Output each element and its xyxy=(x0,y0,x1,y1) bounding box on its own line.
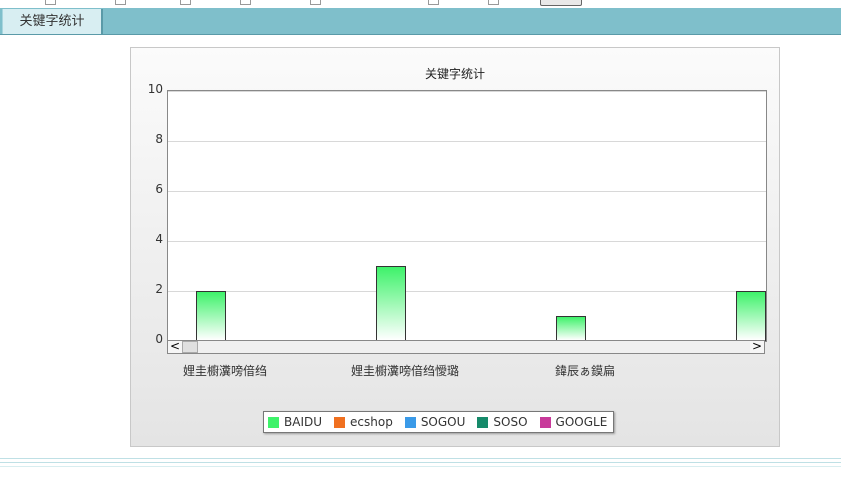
legend-item[interactable]: BAIDU xyxy=(268,415,322,429)
chart-legend: BAIDU ecshop SOGOU SOSO GOOGLE xyxy=(263,411,615,433)
legend-swatch xyxy=(334,416,346,428)
legend-label: BAIDU xyxy=(284,415,323,429)
checkbox[interactable] xyxy=(488,0,499,5)
gridline xyxy=(168,191,766,192)
scroll-thumb[interactable] xyxy=(182,341,198,353)
scroll-left-icon[interactable]: < xyxy=(168,340,182,353)
legend-label: SOGOU xyxy=(420,415,466,429)
legend-swatch xyxy=(404,416,416,428)
chart-scrollbar[interactable]: < > xyxy=(167,340,765,354)
bar-baidu xyxy=(556,316,586,341)
gridline xyxy=(168,241,766,242)
tab-keyword-stats[interactable]: 关键字统计 xyxy=(2,9,103,34)
legend-label: ecshop xyxy=(350,415,393,429)
gridline xyxy=(168,91,766,92)
checkbox[interactable] xyxy=(428,0,439,5)
legend-swatch xyxy=(268,416,279,428)
checkbox[interactable] xyxy=(45,0,56,5)
gridline xyxy=(168,291,766,292)
tab-bar: 关键字统计 xyxy=(0,8,841,35)
x-tick-label: 娌圭櫥瀵嗙偣绉 xyxy=(182,364,267,378)
legend-item[interactable]: GOOGLE xyxy=(539,415,608,429)
y-tick-label: 8 xyxy=(155,132,163,146)
query-button[interactable] xyxy=(540,0,582,6)
legend-swatch xyxy=(539,416,551,428)
checkbox[interactable] xyxy=(240,0,251,5)
legend-label: SOSO xyxy=(493,415,528,429)
y-tick-label: 10 xyxy=(147,82,163,96)
y-tick-label: 2 xyxy=(155,282,163,296)
top-toolbar-strip xyxy=(0,0,841,6)
x-tick-label: 娌圭櫥瀵嗙偣绉懓璐 xyxy=(350,364,459,378)
bar-baidu xyxy=(376,266,406,341)
bottom-divider xyxy=(0,458,841,481)
legend-item[interactable]: ecshop xyxy=(334,415,393,429)
bar-baidu xyxy=(196,291,226,341)
y-tick-label: 6 xyxy=(155,182,163,196)
chart-panel: 关键字统计 0 2 4 6 8 10 < > 娌圭櫥瀵嗙偣绉 娌圭櫥瀵嗙偣绉懓璐 鍏辰ぁ鏌扁 … xyxy=(130,47,780,447)
checkbox[interactable] xyxy=(310,0,321,5)
checkbox[interactable] xyxy=(115,0,126,5)
legend-item[interactable]: SOSO xyxy=(477,415,528,429)
checkbox[interactable] xyxy=(180,0,191,5)
bar-baidu xyxy=(736,291,766,341)
y-tick-label: 0 xyxy=(155,332,163,346)
scroll-right-icon[interactable]: > xyxy=(750,340,764,353)
y-tick-label: 4 xyxy=(155,232,163,246)
legend-item[interactable]: SOGOU xyxy=(404,415,466,429)
legend-label: GOOGLE xyxy=(555,415,608,429)
legend-swatch xyxy=(477,416,489,428)
plot-area xyxy=(167,90,767,342)
x-tick-label: 鍏辰ぁ鏌扁 xyxy=(554,364,615,378)
chart-title: 关键字统计 xyxy=(424,67,485,81)
gridline xyxy=(168,141,766,142)
